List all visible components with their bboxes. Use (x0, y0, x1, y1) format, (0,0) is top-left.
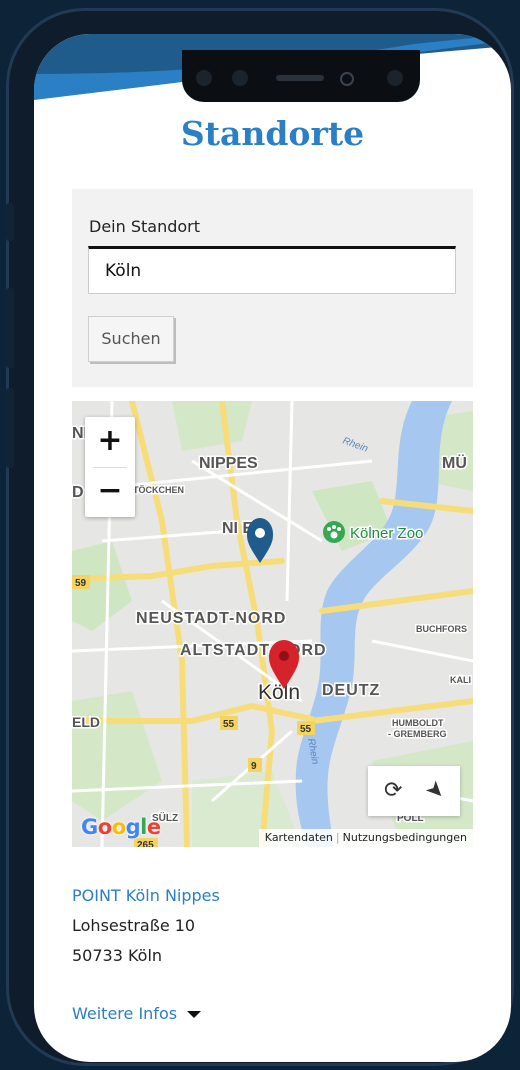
location-input[interactable]: Köln (88, 246, 456, 294)
map-label-neustadt-nord: NEUSTADT-NORD (136, 610, 286, 627)
map-label-eld: ELD (72, 714, 100, 730)
location-name-link[interactable]: POINT Köln Nippes (72, 886, 220, 905)
location-street: Lohsestraße 10 (72, 916, 196, 935)
screen: Standorte Dein Standort Köln Suchen 59 5… (34, 34, 511, 1062)
map[interactable]: 59 55 55 9 265 NIPPES MÜ NI D DERSTÖCKCH… (72, 401, 473, 847)
location-label: Dein Standort (89, 217, 201, 236)
map-label-buchfors: BUCHFORS (416, 624, 467, 634)
refresh-icon[interactable]: ⟳ (384, 778, 402, 803)
road-label-9: 9 (251, 761, 257, 772)
more-info-label: Weitere Infos (72, 1004, 178, 1023)
map-attribution: Kartendaten | Nutzungsbedingungen (258, 829, 473, 847)
location-city: 50733 Köln (72, 946, 163, 965)
search-panel: Dein Standort Köln Suchen (72, 189, 473, 387)
map-label-d: D (72, 484, 84, 501)
notch (182, 50, 420, 102)
zoom-in-button[interactable]: + (85, 417, 135, 467)
map-label-deutz: DEUTZ (322, 682, 380, 699)
road-label-55: 55 (300, 724, 312, 735)
side-button (6, 288, 14, 368)
map-data-link[interactable]: Kartendaten (265, 831, 333, 844)
more-info-toggle[interactable]: Weitere Infos (72, 1004, 202, 1023)
search-button[interactable]: Suchen (88, 316, 174, 362)
google-logo: Google (81, 815, 161, 839)
map-label-kal: KALI (450, 675, 471, 685)
map-label-nippes: NIPPES (199, 455, 258, 472)
terms-link[interactable]: Nutzungsbedingungen (343, 831, 467, 844)
road-label-265: 265 (137, 840, 154, 847)
map-label-humboldt: HUMBOLDT (392, 718, 444, 728)
zoom-control: + − (85, 417, 135, 517)
road-label-55: 55 (223, 719, 235, 730)
side-button (6, 388, 14, 468)
map-label-mu: MÜ (442, 453, 467, 472)
map-controls: ⟳ ➤ (368, 766, 460, 816)
phone-frame: Standorte Dein Standort Köln Suchen 59 5… (6, 8, 514, 1066)
side-button (6, 203, 14, 241)
map-label-gremberg: - GREMBERG (388, 729, 447, 739)
page-title: Standorte (180, 114, 365, 153)
zoom-out-button[interactable]: − (85, 467, 135, 517)
map-label-zoo: Kölner Zoo (350, 525, 423, 542)
road-label-59: 59 (75, 578, 87, 589)
map-label-koln: Köln (258, 681, 300, 704)
zoo-icon (323, 521, 345, 543)
caret-down-icon (187, 1011, 202, 1018)
locate-icon[interactable]: ➤ (420, 775, 451, 806)
map-label-altstadt-nord: ALTSTADT-NORD (180, 642, 327, 659)
